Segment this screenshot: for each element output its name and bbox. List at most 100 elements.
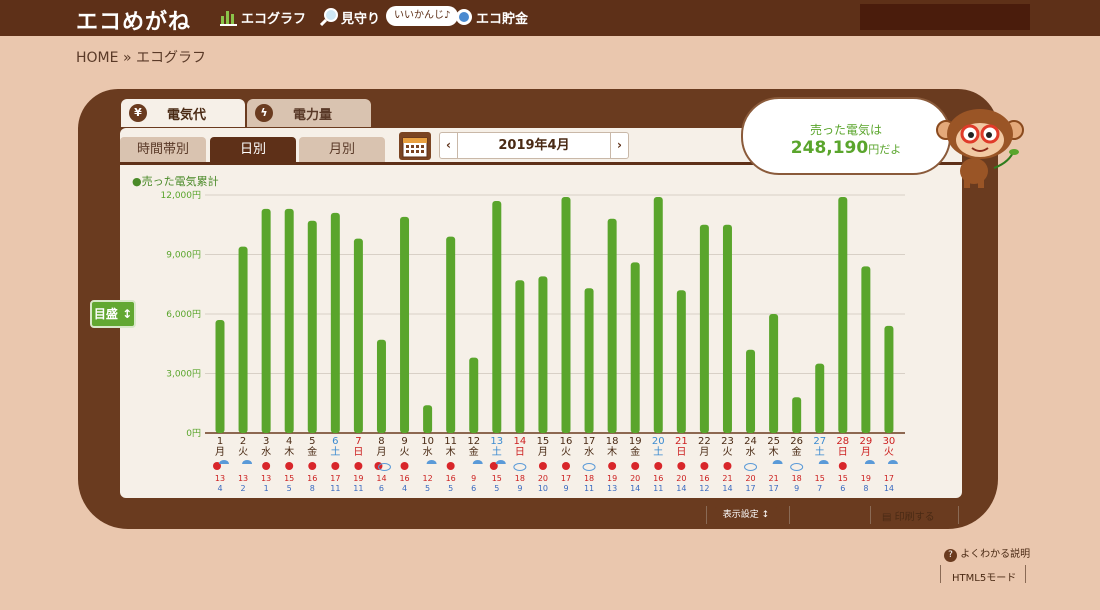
x-tick-weekday: 木 (446, 446, 456, 458)
temp-high: 13 (261, 474, 271, 483)
temp-high: 16 (399, 474, 409, 483)
next-month-button[interactable]: › (610, 133, 628, 158)
x-tick-day: 16 (560, 436, 573, 447)
temp-low: 10 (538, 484, 548, 493)
x-tick-weekday: 木 (769, 446, 779, 458)
x-tick-weekday: 火 (561, 446, 571, 458)
x-tick-day: 12 (467, 436, 480, 447)
prev-month-button[interactable]: ‹ (440, 133, 458, 158)
temp-high: 12 (423, 474, 433, 483)
piggy-bank-icon (455, 8, 473, 26)
temp-low: 11 (330, 484, 340, 493)
bar (515, 280, 525, 433)
display-settings-button[interactable]: 表示設定 ↕ (715, 507, 777, 524)
sun-icon (608, 462, 617, 470)
x-tick-weekday: 金 (469, 445, 479, 458)
temp-high: 20 (745, 474, 755, 483)
temp-low: 17 (745, 484, 755, 493)
umbrella-icon (472, 460, 483, 464)
bar (400, 216, 410, 433)
magnifier-icon (319, 8, 338, 27)
breadcrumb-home[interactable]: HOME (76, 50, 118, 66)
bar (446, 236, 456, 433)
print-button[interactable]: ▤ 印刷する (882, 508, 935, 523)
printer-icon: ▤ (882, 512, 892, 523)
temp-high: 17 (330, 474, 340, 483)
temp-high: 18 (584, 474, 594, 483)
x-tick-weekday: 金 (630, 445, 640, 458)
temp-high: 16 (699, 474, 709, 483)
html5-mode-link[interactable]: HTML5モード (952, 569, 1016, 584)
y-tick-label: 9,000円 (166, 250, 201, 261)
nav-watch[interactable]: 見守り (319, 6, 380, 28)
x-tick-weekday: 金 (307, 445, 317, 458)
bar (815, 363, 825, 433)
calendar-icon[interactable] (399, 132, 431, 160)
temp-low: 14 (676, 484, 686, 493)
x-tick-weekday: 火 (884, 446, 894, 458)
x-tick-day: 23 (721, 436, 734, 447)
bar (769, 314, 779, 433)
tab-hourly[interactable]: 時間帯別 (120, 137, 206, 163)
temp-high: 16 (446, 474, 456, 483)
temp-high: 18 (792, 474, 802, 483)
temp-low: 14 (722, 484, 732, 493)
tab-electricity-amount[interactable]: ϟ 電力量 (247, 99, 371, 127)
bar (423, 405, 433, 433)
help-label: よくわかる説明 (960, 549, 1031, 560)
x-tick-weekday: 土 (653, 445, 663, 458)
nav-eco-graph-label: エコグラフ (241, 11, 307, 27)
cloud-icon (744, 463, 758, 471)
divider (940, 565, 941, 583)
sun-icon (723, 462, 732, 470)
umbrella-icon (887, 460, 898, 464)
x-tick-day: 10 (421, 436, 434, 447)
help-link[interactable]: ? よくわかる説明 (944, 545, 1030, 562)
breadcrumb-current: エコグラフ (135, 50, 206, 66)
y-tick-label: 3,000円 (166, 369, 201, 380)
x-tick-day: 18 (606, 436, 619, 447)
tab-electricity-amount-label: 電力量 (293, 107, 333, 123)
month-selector: ‹ 2019年4月 › (439, 132, 629, 159)
bar (353, 238, 363, 433)
tab-daily[interactable]: 日別 (210, 137, 296, 163)
sold-electricity-box: 売った電気は 248,190円だよ (741, 97, 951, 175)
daily-sales-chart: 0円3,000円6,000円9,000円12,000円1月1342火1323水1… (161, 190, 905, 493)
app-logo[interactable]: エコめがね (76, 4, 191, 36)
temp-high: 13 (215, 474, 225, 483)
y-tick-label: 12,000円 (161, 190, 202, 201)
x-tick-weekday: 月 (699, 446, 709, 458)
bar (307, 220, 317, 433)
bar (469, 357, 479, 433)
x-tick-day: 28 (836, 436, 849, 447)
temp-high: 19 (353, 474, 363, 483)
bar (538, 276, 548, 433)
x-tick-weekday: 日 (676, 447, 686, 458)
updown-icon: ↕ (122, 307, 133, 321)
bar (215, 319, 225, 433)
umbrella-icon (772, 460, 783, 464)
nav-eco-savings[interactable]: エコ貯金 (455, 6, 528, 28)
scale-mode-button[interactable]: 目盛 ↕ (90, 300, 136, 328)
sun-icon (700, 462, 709, 470)
tab-monthly[interactable]: 月別 (299, 137, 385, 163)
x-tick-weekday: 水 (584, 446, 594, 458)
bar (676, 290, 686, 433)
nav-eco-graph[interactable]: エコグラフ (220, 6, 306, 28)
sun-icon (677, 462, 686, 470)
bar (884, 325, 894, 433)
sun-icon (654, 462, 663, 470)
x-tick-weekday: 月 (215, 446, 225, 458)
bar (722, 224, 732, 433)
temp-low: 8 (863, 484, 868, 493)
tab-electricity-cost[interactable]: ¥ 電気代 (121, 99, 245, 127)
bar (792, 397, 802, 433)
user-area[interactable] (860, 4, 1030, 30)
temp-low: 11 (584, 484, 594, 493)
x-tick-weekday: 火 (722, 446, 732, 458)
bar (261, 208, 271, 433)
bar (630, 262, 640, 433)
x-tick-day: 13 (490, 436, 503, 447)
bar (561, 196, 571, 433)
umbrella-icon (242, 460, 253, 464)
